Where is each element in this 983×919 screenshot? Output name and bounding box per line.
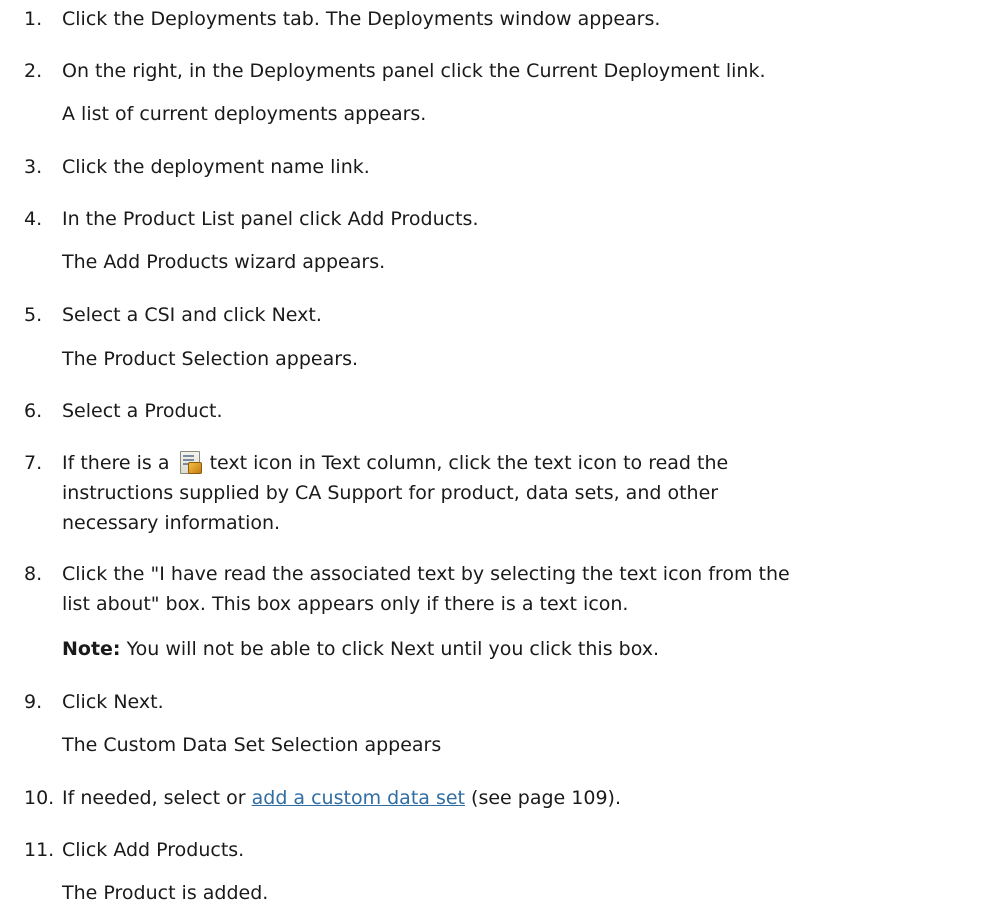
step-4-result: The Add Products wizard appears.: [62, 251, 386, 273]
step-number: 9.: [24, 691, 43, 713]
step-8-line2: list about" box. This box appears only i…: [62, 593, 629, 615]
note-text: You will not be able to click Next until…: [126, 638, 660, 660]
add-custom-data-set-link[interactable]: add a custom data set: [252, 787, 465, 809]
note-label: Note:: [62, 638, 121, 660]
step-7-line3: necessary information.: [62, 512, 281, 534]
document-page: 1. Click the Deployments tab. The Deploy…: [0, 0, 983, 919]
step-number: 10.: [24, 787, 55, 809]
step-text-before-icon: If there is a: [62, 452, 170, 474]
step-number: 2.: [24, 60, 43, 82]
step-text-after-link: (see page 109).: [471, 787, 621, 809]
text-document-icon: [178, 450, 202, 474]
step-8-note: Note: You will not be able to click Next…: [62, 633, 659, 665]
step-number: 1.: [24, 8, 43, 30]
step-text: Click the "I have read the associated te…: [62, 563, 790, 585]
step-number: 3.: [24, 156, 43, 178]
step-text: Click the Deployments tab. The Deploymen…: [62, 8, 661, 30]
step-text: On the right, in the Deployments panel c…: [62, 60, 766, 82]
step-text: Click Next.: [62, 691, 164, 713]
step-7-line2: instructions supplied by CA Support for …: [62, 482, 719, 504]
step-text: Click the deployment name link.: [62, 156, 370, 178]
step-number: 8.: [24, 563, 43, 585]
step-2-result: A list of current deployments appears.: [62, 103, 427, 125]
step-11-result: The Product is added.: [62, 882, 269, 904]
step-5-result: The Product Selection appears.: [62, 348, 359, 370]
step-text-before-link: If needed, select or: [62, 787, 246, 809]
step-text: In the Product List panel click Add Prod…: [62, 208, 479, 230]
step-number: 11.: [24, 839, 55, 861]
step-text: If needed, select or add a custom data s…: [62, 782, 621, 814]
step-text: Click Add Products.: [62, 839, 245, 861]
step-9-result: The Custom Data Set Selection appears: [62, 734, 442, 756]
step-number: 7.: [24, 452, 43, 474]
step-text-line1: If there is a text icon in Text column, …: [62, 447, 728, 479]
step-text-after-icon: text icon in Text column, click the text…: [209, 452, 729, 474]
step-text: Select a CSI and click Next.: [62, 304, 322, 326]
step-number: 4.: [24, 208, 43, 230]
step-number: 6.: [24, 400, 43, 422]
step-text: Select a Product.: [62, 400, 223, 422]
step-number: 5.: [24, 304, 43, 326]
